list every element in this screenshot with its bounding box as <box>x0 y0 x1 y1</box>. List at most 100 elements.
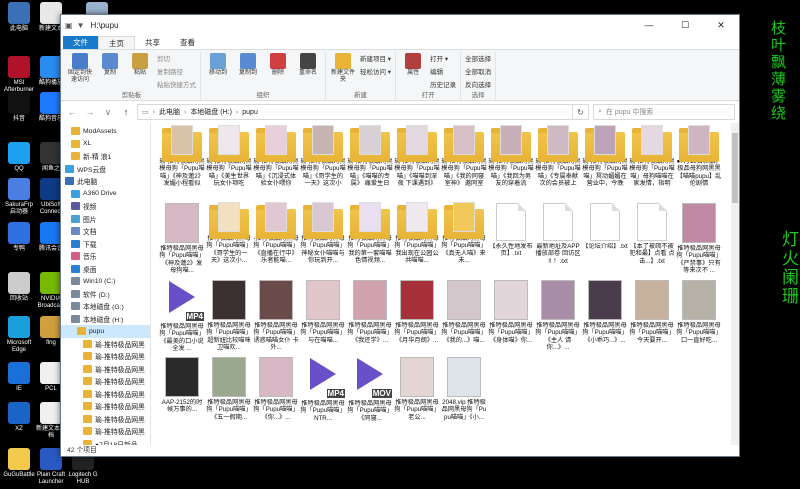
file-item[interactable]: 推特极品网黑母狗「Pupu喵喵」《我的...》喵... <box>441 279 487 356</box>
nav-item[interactable]: 瑜-推特极品网黑 <box>61 350 150 363</box>
ribbon-small-button[interactable]: 粘贴快捷方式 <box>157 79 196 89</box>
breadcrumb-separator-icon[interactable]: › <box>236 109 238 116</box>
file-item[interactable]: 瑜-推特极品网黑 模母狗「Pupu喵喵」母狗喵喵在 家发情，指明 <box>629 125 675 202</box>
up-button[interactable]: ↑ <box>119 107 133 117</box>
nav-item[interactable]: ●7月18日新品 <box>61 438 150 445</box>
nav-item[interactable]: Win10 (C:) <box>61 275 150 288</box>
desktop-icon[interactable]: 专鸭 <box>2 222 36 253</box>
nav-item[interactable]: A360 Drive <box>61 188 150 201</box>
nav-item[interactable]: 音乐 <box>61 250 150 263</box>
file-item[interactable]: MP4 推特极品网黑母狗「Pupu喵喵」NTR... <box>300 356 346 433</box>
quick-access-dropdown-icon[interactable]: ▼ <box>77 21 85 30</box>
file-item[interactable]: 推特极品网黑母狗「Pupu喵喵」我出现在公园公共喵喵... <box>394 202 440 279</box>
file-item[interactable]: 【论坛介绍】.txt <box>582 202 628 279</box>
file-item[interactable]: 推特极品网黑母狗「Pupu喵喵」我的第一套喵喵色情视频... <box>347 202 393 279</box>
nav-item[interactable]: 瑜-推特极品网黑 <box>61 363 150 376</box>
ribbon-button[interactable]: 粘贴 <box>127 52 153 77</box>
quick-access-icon[interactable]: ▣ <box>65 21 73 30</box>
file-item[interactable]: 推特极品网黑母狗「Pupu喵喵」超新妞比较喵咪卫喵欢... <box>206 279 252 356</box>
desktop-icon[interactable]: 此电脑 <box>2 2 36 33</box>
nav-item[interactable]: 瑜-推特极品网黑 <box>61 388 150 401</box>
file-item[interactable]: 推特极品网黑母狗「Pupu喵喵」《五一假期... <box>206 356 252 433</box>
nav-item[interactable]: 新-精 浪1 <box>61 150 150 163</box>
file-item[interactable]: MP4 推特极品网黑母狗「Pupu喵喵」《最美的口小说 全发 ... <box>159 279 205 356</box>
file-item[interactable]: 瑜-推特极品网黑 模母狗「Pupu喵喵」《我回为男友的穿着流 <box>488 125 534 202</box>
search-input[interactable]: ⌕ 在 pupu 中搜索 <box>593 104 735 120</box>
back-button[interactable]: ← <box>65 107 79 117</box>
nav-item[interactable]: WPS云盘 <box>61 163 150 176</box>
file-item[interactable]: 推特极品网黑母狗「Pupu喵喵」《神及蓮2》发母狗喵... <box>159 202 205 279</box>
breadcrumb-separator-icon[interactable]: › <box>184 109 186 116</box>
ribbon-small-button[interactable]: 全部取消 <box>465 66 491 76</box>
file-item[interactable]: 推特极品网黑母狗「Pupu喵喵」老公... <box>394 356 440 433</box>
file-item[interactable]: 【本了被疏不被犯和最】点看 点击...】.txt <box>629 202 675 279</box>
nav-item[interactable]: 下载 <box>61 238 150 251</box>
breadcrumb-item[interactable]: 此电脑 <box>159 107 180 117</box>
tab-1[interactable]: 主页 <box>98 36 135 49</box>
desktop-icon[interactable]: IE <box>2 362 36 393</box>
file-item[interactable]: 推特极品网黑母狗「Pupu喵喵」《我还学》... <box>347 279 393 356</box>
close-button[interactable]: ✕ <box>703 15 739 35</box>
file-item[interactable]: 【永久性地发布页】.txt <box>488 202 534 279</box>
refresh-button[interactable]: ↻ <box>573 104 589 120</box>
file-item[interactable]: 瑜-推特极品网黑 模母狗「Pupu喵喵」冥动媚媚在 营业中，今晚 <box>582 125 628 202</box>
tab-0[interactable]: 文件 <box>63 36 98 49</box>
file-item[interactable]: 瑜-推特极品网黑 模母狗「Pupu喵喵」《美生世界 玩女仆项吃 <box>206 125 252 202</box>
ribbon-button[interactable]: 复制到 <box>235 52 261 77</box>
ribbon-button[interactable]: 重命名 <box>295 52 321 77</box>
file-item[interactable]: 瑜-推特极品网黑 模母狗「Pupu喵喵」《哥学生的一天》这次小 <box>300 125 346 202</box>
nav-item[interactable]: 本地磁盘 (G:) <box>61 300 150 313</box>
file-item[interactable]: 推特极品网黑母狗「Pupu喵喵」《严禁事》只有等来次不 ... <box>676 202 722 279</box>
nav-item[interactable]: 文档 <box>61 225 150 238</box>
file-item[interactable]: 推特极品网黑母狗「Pupu喵喵」 《月华月朗》... <box>394 279 440 356</box>
file-item[interactable]: 推特极品网黑母狗「Pupu喵喵」《真无人喵》来未... <box>441 202 487 279</box>
desktop-icon[interactable]: XZ <box>2 402 36 433</box>
maximize-button[interactable]: ☐ <box>667 15 703 35</box>
file-item[interactable]: ●7月18日新品，极品母狗网黑黑【喵喵pupu】乱伦剧情 <box>676 125 722 202</box>
desktop-icon[interactable]: 抖音 <box>2 92 36 123</box>
ribbon-button[interactable]: 删除 <box>265 52 291 77</box>
desktop-icon[interactable]: GuGuBattle <box>2 448 36 479</box>
breadcrumb-item[interactable]: 本地磁盘 (H:) <box>190 107 232 117</box>
nav-item[interactable]: pupu <box>61 325 150 338</box>
file-item[interactable]: 推特极品网黑母狗「Pupu喵喵」《主人 请你...》... <box>535 279 581 356</box>
ribbon-button[interactable]: 新建文件夹 <box>330 52 356 84</box>
file-item[interactable]: 推特极品网黑母狗「Pupu喵喵」《小乖巧...》... <box>582 279 628 356</box>
ribbon-button[interactable]: 复制 <box>97 52 123 77</box>
ribbon-small-button[interactable]: 轻松访问 ▾ <box>360 66 391 76</box>
nav-item[interactable]: 瑜-推特极品网黑 <box>61 413 150 426</box>
file-item[interactable]: 推特极品网黑母狗「Pupu喵喵」《身体喵》你... <box>488 279 534 356</box>
desktop-icon[interactable]: SakuraFrp 启动器 <box>2 178 36 216</box>
nav-item[interactable]: ModAssets <box>61 125 150 138</box>
ribbon-button[interactable]: 属性 <box>400 52 426 77</box>
file-item[interactable]: 推特极品网黑母狗「Pupu喵喵」《哥学生的一天》这次小... <box>206 202 252 279</box>
scrollbar-thumb[interactable] <box>732 133 738 203</box>
ribbon-small-button[interactable]: 复制路径 <box>157 66 196 76</box>
nav-item[interactable]: 瑜-推特极品网黑 <box>61 425 150 438</box>
ribbon-small-button[interactable]: 历史记录 <box>430 79 456 89</box>
ribbon-small-button[interactable]: 反向选择 <box>465 79 491 89</box>
nav-item[interactable]: 瑜-推特极品网黑 <box>61 400 150 413</box>
ribbon-small-button[interactable]: 新建项目 ▾ <box>360 53 391 63</box>
ribbon-small-button[interactable]: 全部选择 <box>465 53 491 63</box>
nav-item[interactable]: 此电脑 <box>61 175 150 188</box>
address-bar[interactable]: ▭ › 此电脑 › 本地磁盘 (H:) › pupu <box>137 104 573 120</box>
forward-button[interactable]: → <box>83 107 97 117</box>
file-item[interactable]: 推特极品网黑母狗「Pupu喵喵」口一直好吃... <box>676 279 722 356</box>
nav-item[interactable]: 瑜-推特极品网黑 <box>61 375 150 388</box>
file-item[interactable]: 瑜-推特极品网黑 模母狗「Pupu喵喵」《喵喵到深夜 下课遇到》 <box>394 125 440 202</box>
breadcrumb-item[interactable]: pupu <box>242 109 258 116</box>
ribbon-button[interactable]: 固定到快速访问 <box>67 52 93 84</box>
nav-item[interactable]: 本地磁盘 (H:) <box>61 313 150 326</box>
file-item[interactable]: 瑜-推特极品网黑 模母狗「Pupu喵喵」《喵喵的专属》 痛爱生日 <box>347 125 393 202</box>
recent-locations-button[interactable]: ∨ <box>101 107 115 118</box>
file-item[interactable]: 瑜-推特极品网黑 模母狗「Pupu喵喵」《专属奉献 次的会员被上 <box>535 125 581 202</box>
ribbon-small-button[interactable]: 编辑 <box>430 66 456 76</box>
file-item[interactable]: 推特极品网黑母狗「Pupu喵喵」今天要开... <box>629 279 675 356</box>
file-item[interactable]: 瑜-推特极品网黑 模母狗「Pupu喵喵」《神及蓮2》 发媚小程看似 <box>159 125 205 202</box>
desktop-icon[interactable]: QQ <box>2 142 36 173</box>
file-item[interactable]: -推特极品网黑母狗「Pupu喵喵」《直播在行中》乐者能喵... <box>253 202 299 279</box>
file-item[interactable]: AAP-2152的时候万事的... <box>159 356 205 433</box>
file-item[interactable]: 推特极品网黑母狗「Pupu喵喵」《你...》... <box>253 356 299 433</box>
ribbon-button[interactable]: 移动到 <box>205 52 231 77</box>
